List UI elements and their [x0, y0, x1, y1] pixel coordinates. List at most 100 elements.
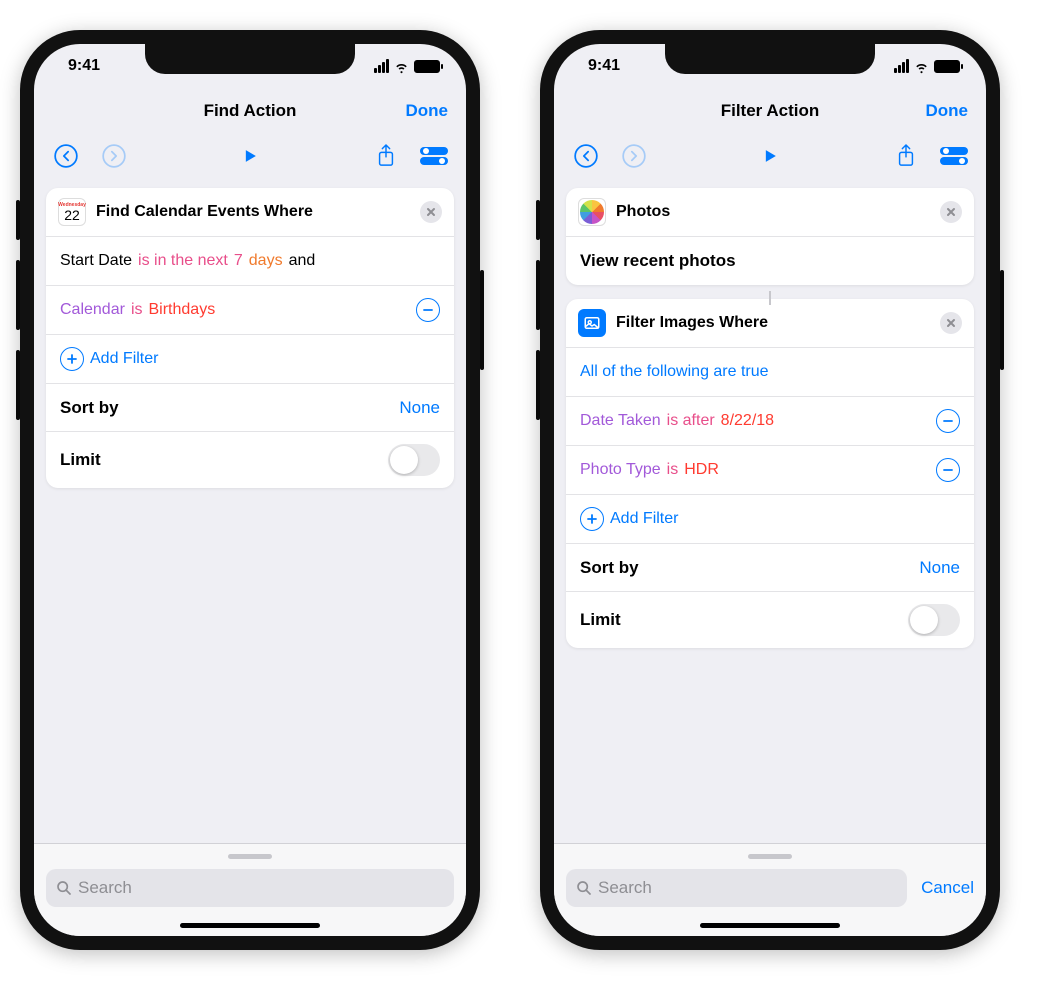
filter-row-date-taken[interactable]: Date Taken is after 8/22/18	[566, 396, 974, 445]
operator-token[interactable]: is after	[667, 412, 715, 430]
all-true-label: All of the following are true	[580, 363, 769, 381]
screen-left: 9:41 Find Action Done	[34, 44, 466, 936]
photos-icon	[578, 198, 606, 226]
phone-right: 9:41 Filter Action Done	[540, 30, 1000, 950]
content-area: Photos View recent photos Filter Images …	[554, 182, 986, 843]
undo-button[interactable]	[52, 142, 80, 170]
close-icon[interactable]	[940, 201, 962, 223]
undo-button[interactable]	[572, 142, 600, 170]
redo-button	[620, 142, 648, 170]
calendar-icon: Wednesday 22	[58, 198, 86, 226]
nav-bar: Find Action Done	[34, 88, 466, 134]
filter-images-card: Filter Images Where All of the following…	[566, 299, 974, 648]
sort-by-value[interactable]: None	[399, 398, 440, 418]
all-true-row[interactable]: All of the following are true	[566, 348, 974, 396]
sort-by-label: Sort by	[60, 398, 119, 418]
toolbar	[554, 134, 986, 182]
nav-title: Find Action	[204, 101, 297, 121]
search-input[interactable]: Search	[566, 869, 907, 907]
done-button[interactable]: Done	[926, 101, 969, 121]
card-title: Filter Images Where	[616, 314, 930, 332]
unit-token[interactable]: days	[249, 252, 283, 270]
grabber-handle[interactable]	[228, 854, 272, 859]
search-placeholder: Search	[598, 878, 652, 898]
content-area: Wednesday 22 Find Calendar Events Where …	[34, 182, 466, 843]
home-indicator[interactable]	[700, 923, 840, 928]
limit-row: Limit	[566, 591, 974, 648]
notch	[145, 44, 355, 74]
limit-switch[interactable]	[388, 444, 440, 476]
remove-filter-button[interactable]	[936, 409, 960, 433]
battery-icon	[414, 60, 440, 73]
settings-toggle-button[interactable]	[940, 142, 968, 170]
remove-filter-button[interactable]	[416, 298, 440, 322]
number-token[interactable]: 7	[234, 252, 243, 270]
toolbar	[34, 134, 466, 182]
card-title: Find Calendar Events Where	[96, 203, 410, 221]
limit-row: Limit	[46, 431, 454, 488]
close-icon[interactable]	[940, 312, 962, 334]
wifi-icon	[393, 58, 410, 75]
filter-row-start-date[interactable]: Start Date is in the next 7 days and	[46, 237, 454, 285]
card-header: Filter Images Where	[566, 299, 974, 348]
filter-row-photo-type[interactable]: Photo Type is HDR	[566, 445, 974, 494]
search-input[interactable]: Search	[46, 869, 454, 907]
card-header: Photos	[566, 188, 974, 237]
filter-row-calendar[interactable]: Calendar is Birthdays	[46, 285, 454, 334]
photos-card[interactable]: Photos View recent photos	[566, 188, 974, 285]
value-token[interactable]: 8/22/18	[721, 412, 774, 430]
photos-subtitle-row[interactable]: View recent photos	[566, 237, 974, 285]
find-calendar-card: Wednesday 22 Find Calendar Events Where …	[46, 188, 454, 488]
status-time: 9:41	[588, 57, 620, 75]
bottom-sheet: Search Cancel	[554, 843, 986, 936]
wifi-icon	[913, 58, 930, 75]
done-button[interactable]: Done	[406, 101, 449, 121]
conjunction-token: and	[289, 252, 316, 270]
limit-switch[interactable]	[908, 604, 960, 636]
photos-subtitle: View recent photos	[580, 251, 736, 271]
close-icon[interactable]	[420, 201, 442, 223]
search-placeholder: Search	[78, 878, 132, 898]
screen-right: 9:41 Filter Action Done	[554, 44, 986, 936]
add-filter-label: Add Filter	[610, 510, 678, 528]
nav-bar: Filter Action Done	[554, 88, 986, 134]
sort-by-value[interactable]: None	[919, 558, 960, 578]
field-token[interactable]: Photo Type	[580, 461, 661, 479]
status-right	[894, 58, 960, 75]
field-token[interactable]: Date Taken	[580, 412, 661, 430]
limit-label: Limit	[60, 450, 101, 470]
value-token[interactable]: Birthdays	[149, 301, 216, 319]
field-token[interactable]: Calendar	[60, 301, 125, 319]
share-button[interactable]	[372, 142, 400, 170]
value-token[interactable]: HDR	[684, 461, 719, 479]
notch	[665, 44, 875, 74]
signal-icon	[374, 59, 389, 73]
sort-by-row[interactable]: Sort by None	[46, 383, 454, 431]
add-filter-row[interactable]: Add Filter	[46, 334, 454, 383]
share-button[interactable]	[892, 142, 920, 170]
play-button[interactable]	[756, 142, 784, 170]
add-filter-row[interactable]: Add Filter	[566, 494, 974, 543]
plus-icon	[580, 507, 604, 531]
home-indicator[interactable]	[180, 923, 320, 928]
status-right	[374, 58, 440, 75]
sort-by-label: Sort by	[580, 558, 639, 578]
play-button[interactable]	[236, 142, 264, 170]
sort-by-row[interactable]: Sort by None	[566, 543, 974, 591]
operator-token[interactable]: is in the next	[138, 252, 228, 270]
cancel-button[interactable]: Cancel	[921, 878, 974, 898]
battery-icon	[934, 60, 960, 73]
remove-filter-button[interactable]	[936, 458, 960, 482]
settings-toggle-button[interactable]	[420, 142, 448, 170]
redo-button	[100, 142, 128, 170]
card-title: Photos	[616, 203, 930, 221]
filter-icon	[578, 309, 606, 337]
operator-token[interactable]: is	[667, 461, 679, 479]
grabber-handle[interactable]	[748, 854, 792, 859]
plus-icon	[60, 347, 84, 371]
operator-token[interactable]: is	[131, 301, 143, 319]
limit-label: Limit	[580, 610, 621, 630]
signal-icon	[894, 59, 909, 73]
nav-title: Filter Action	[721, 101, 820, 121]
card-header: Wednesday 22 Find Calendar Events Where	[46, 188, 454, 237]
